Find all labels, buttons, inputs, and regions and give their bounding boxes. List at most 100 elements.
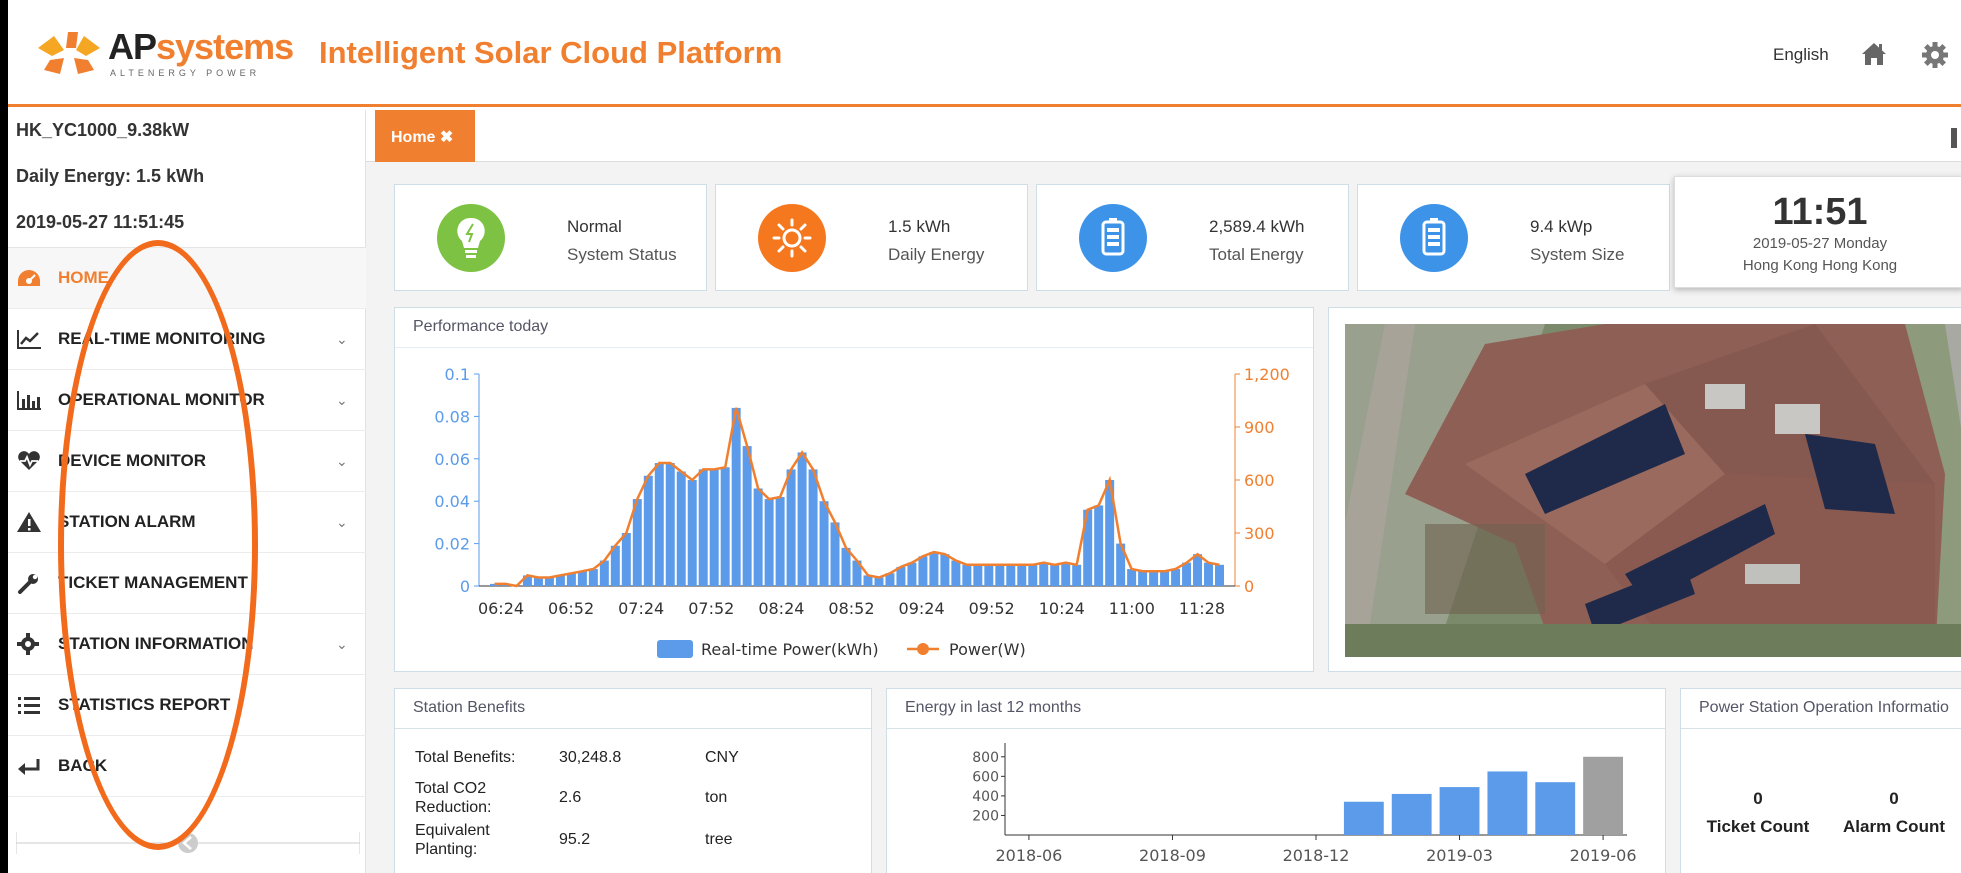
performance-bar <box>786 469 796 586</box>
x-tick-label: 11:00 <box>1109 599 1155 618</box>
performance-bar <box>1138 571 1148 586</box>
x-tick-label: 06:52 <box>548 599 594 618</box>
performance-bar <box>1017 564 1027 586</box>
station-benefits-title: Station Benefits <box>395 689 871 729</box>
tab-home[interactable]: Home ✖ <box>375 110 475 162</box>
bulb-icon <box>437 204 505 272</box>
month-bar <box>1439 787 1480 835</box>
sidebar-item-label: STATION ALARM <box>58 512 196 531</box>
sidebar-item-station-information[interactable]: STATION INFORMATION ⌄ <box>8 614 366 675</box>
top-header: APsystems ALTENERGY POWER Intelligent So… <box>8 0 1961 107</box>
x-tick-label: 2019-06 <box>1570 846 1637 865</box>
sidebar-item-device-monitor[interactable]: DEVICE MONITOR ⌄ <box>8 431 366 492</box>
performance-bar <box>1050 564 1060 586</box>
sidebar-item-statistics-report[interactable]: STATISTICS REPORT <box>8 675 366 736</box>
system-size-label: System Size <box>1530 245 1625 264</box>
line-chart-icon <box>17 330 41 349</box>
sidebar-nav: HOME REAL-TIME MONITORING ⌄ OPERATIONAL … <box>8 248 366 797</box>
sidebar-collapse-control[interactable] <box>16 828 360 858</box>
x-tick-label: 2019-03 <box>1426 846 1493 865</box>
home-icon[interactable] <box>1860 40 1888 68</box>
clock-card: 11:51 2019-05-27 Monday Hong Kong Hong K… <box>1674 176 1961 288</box>
system-status-label: System Status <box>567 245 677 264</box>
performance-bar <box>1127 569 1137 586</box>
x-tick-label: 08:24 <box>758 599 804 618</box>
performance-bar <box>720 467 730 586</box>
clock-date: 2019-05-27 Monday <box>1752 235 1888 252</box>
performance-bar <box>1160 571 1170 586</box>
apsystems-logo[interactable]: APsystems ALTENERGY POWER <box>34 22 294 86</box>
benefit-value: 30,248.8 <box>559 749 622 766</box>
alarm-count-value: 0 <box>1889 789 1899 808</box>
list-icon <box>18 697 40 714</box>
performance-bar <box>984 564 994 586</box>
x-tick-label: 09:52 <box>969 599 1015 618</box>
platform-title: Intelligent Solar Cloud Platform <box>319 35 783 70</box>
sidebar-item-label: BACK <box>58 756 108 775</box>
system-status-value: Normal <box>567 217 622 236</box>
performance-bar <box>1193 554 1203 586</box>
clock-time: 11:51 <box>1772 191 1868 233</box>
total-energy-value: 2,589.4 kWh <box>1209 217 1305 236</box>
system-size-value: 9.4 kWp <box>1530 217 1593 236</box>
performance-chart-card: Performance today 0 0.02 0.04 0.06 0.08 0.1 0 3… <box>394 307 1314 672</box>
benefit-label: Equivalent Planting: <box>415 822 490 858</box>
performance-bar <box>1094 505 1104 586</box>
station-photo-card <box>1328 307 1961 672</box>
sidebar-item-real-time-monitoring[interactable]: REAL-TIME MONITORING ⌄ <box>8 309 366 370</box>
performance-bar <box>962 564 972 586</box>
left-tick-label: 0.08 <box>434 407 470 426</box>
sun-icon <box>758 204 826 272</box>
energy-12-months-chart[interactable]: 200 400 600 800 2018-06 2018-09 2018-12 2019-03… <box>887 689 1667 873</box>
bar-chart-icon <box>17 391 41 410</box>
performance-bar <box>775 496 785 586</box>
x-tick-label: 2018-06 <box>995 846 1062 865</box>
performance-bar <box>907 562 917 586</box>
sidebar-item-station-alarm[interactable]: STATION ALARM ⌄ <box>8 492 366 553</box>
x-tick-label: 10:24 <box>1039 599 1085 618</box>
sidebar-item-label: STATISTICS REPORT <box>58 695 231 714</box>
sidebar-item-back[interactable]: BACK <box>8 736 366 797</box>
settings-gear-icon[interactable] <box>1920 40 1950 70</box>
logo-systems: systems <box>156 26 294 67</box>
performance-bar <box>1204 562 1214 586</box>
x-tick-label: 2018-12 <box>1283 846 1350 865</box>
month-bar <box>1391 793 1432 835</box>
sidebar-item-home[interactable]: HOME <box>8 248 366 309</box>
logo-tagline: ALTENERGY POWER <box>110 68 261 78</box>
benefit-label: Total CO2 Reduction: <box>415 780 492 816</box>
benefit-value: 2.6 <box>559 789 582 806</box>
performance-bar <box>951 560 961 586</box>
right-tick-label: 600 <box>1244 471 1275 490</box>
right-tick-label: 1,200 <box>1244 365 1290 384</box>
performance-chart[interactable]: 0 0.02 0.04 0.06 0.08 0.1 0 300 600 900 1,200 06:24… <box>395 308 1315 673</box>
operation-info-title: Power Station Operation Informatio <box>1681 689 1961 729</box>
sidebar-item-label: HOME <box>58 268 109 287</box>
performance-bar <box>533 577 543 586</box>
month-bar <box>1583 756 1623 835</box>
language-selector[interactable]: English <box>1773 45 1829 65</box>
total-energy-label: Total Energy <box>1209 245 1304 264</box>
ticket-count-label: Ticket Count <box>1706 817 1810 836</box>
sidebar-item-operational-monitor[interactable]: OPERATIONAL MONITOR ⌄ <box>8 370 366 431</box>
month-bar <box>1343 801 1384 835</box>
benefit-value: 95.2 <box>559 831 591 848</box>
tab-bar: Home ✖ <box>366 110 1961 162</box>
performance-bar <box>742 446 752 586</box>
chevron-down-icon: ⌄ <box>336 331 348 347</box>
sidebar-item-label: REAL-TIME MONITORING <box>58 329 266 348</box>
performance-bar <box>1028 564 1038 586</box>
battery-icon <box>1400 204 1468 272</box>
x-tick-label: 11:28 <box>1179 599 1225 618</box>
performance-bar <box>940 554 950 586</box>
performance-bar <box>544 577 554 586</box>
performance-bar <box>654 463 664 586</box>
month-bar <box>1487 771 1528 835</box>
chevron-down-icon: ⌄ <box>336 392 348 408</box>
performance-bar <box>621 533 631 586</box>
stat-card-total-energy: 2,589.4 kWh Total Energy <box>1036 184 1349 291</box>
performance-bar <box>643 475 653 586</box>
benefit-unit: CNY <box>705 749 739 766</box>
sidebar-item-ticket-management[interactable]: TICKET MANAGEMENT <box>8 553 366 614</box>
sidebar-daily-energy: Daily Energy: 1.5 kWh <box>16 166 205 186</box>
